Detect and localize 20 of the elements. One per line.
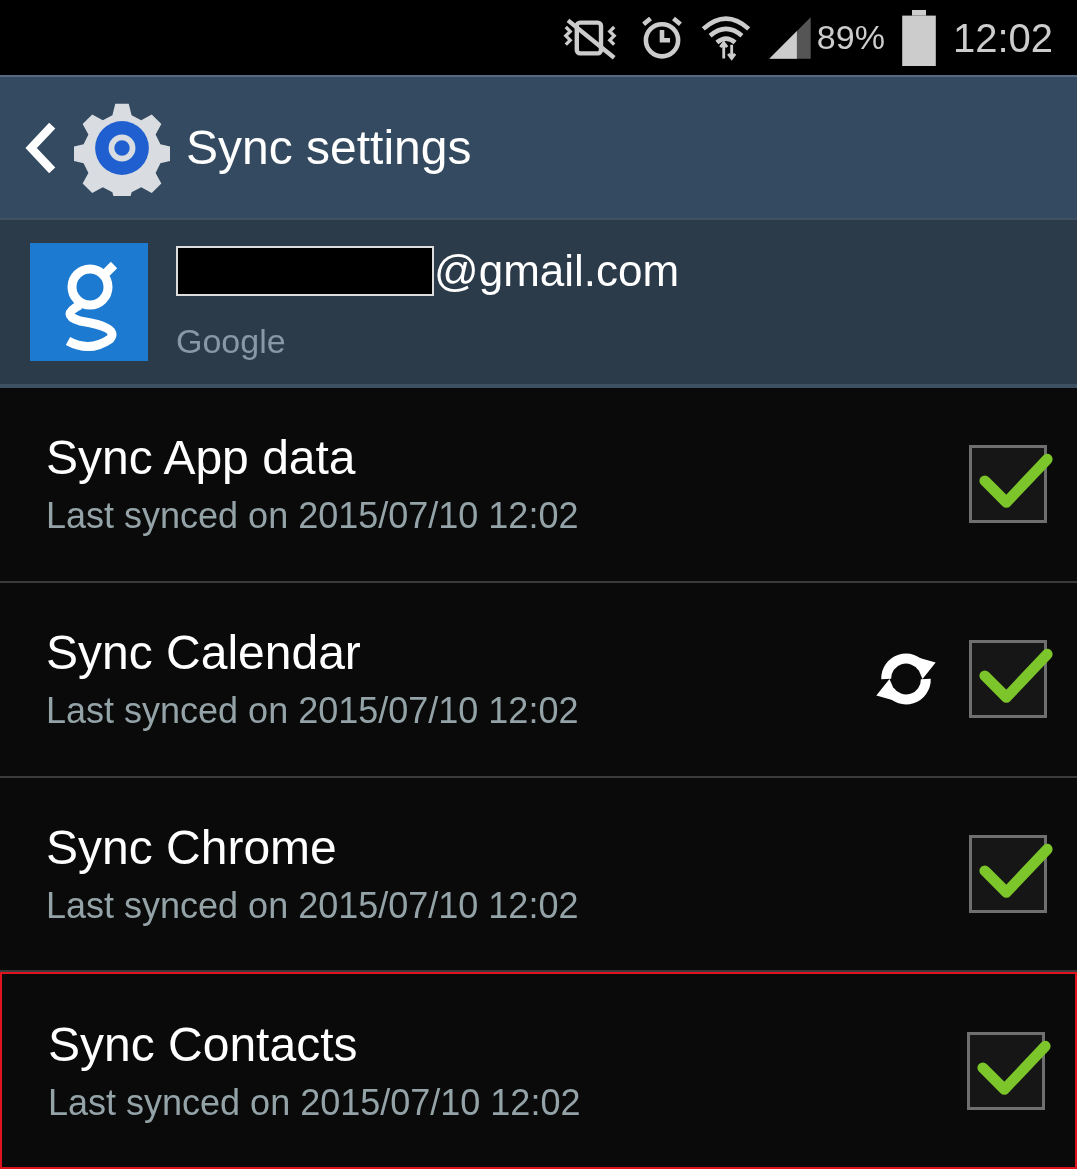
item-title: Sync App data bbox=[46, 434, 357, 483]
item-subtitle: Last synced on 2015/07/10 12:02 bbox=[46, 887, 580, 924]
sync-item[interactable]: Sync Contacts Last synced on 2015/07/10 12:02 bbox=[0, 972, 1077, 1169]
sync-item[interactable]: Sync Calendar Last synced on 2015/07/10 12:02 bbox=[0, 582, 1077, 778]
battery-percent: 89% bbox=[816, 17, 885, 58]
item-subtitle: Last synced on 2015/07/10 12:02 bbox=[48, 1084, 582, 1121]
account-email: @gmail.com bbox=[434, 244, 680, 297]
sync-item[interactable]: Sync Chrome Last synced on 2015/07/10 12:02 bbox=[0, 777, 1077, 973]
sync-item[interactable]: Sync App data Last synced on 2015/07/10 12:02 bbox=[0, 388, 1077, 583]
item-subtitle: Last synced on 2015/07/10 12:02 bbox=[46, 693, 580, 730]
signal-icon bbox=[766, 14, 813, 61]
account-type: Google bbox=[176, 320, 287, 362]
battery-icon bbox=[900, 9, 937, 66]
item-subtitle: Last synced on 2015/07/10 12:02 bbox=[46, 498, 580, 535]
item-title: Sync Contacts bbox=[48, 1020, 359, 1069]
clock: 12:02 bbox=[952, 14, 1053, 62]
item-title: Sync Calendar bbox=[46, 629, 362, 678]
wifi-icon bbox=[700, 14, 751, 61]
item-title: Sync Chrome bbox=[46, 823, 338, 872]
screen-title: Sync settings bbox=[186, 119, 472, 176]
